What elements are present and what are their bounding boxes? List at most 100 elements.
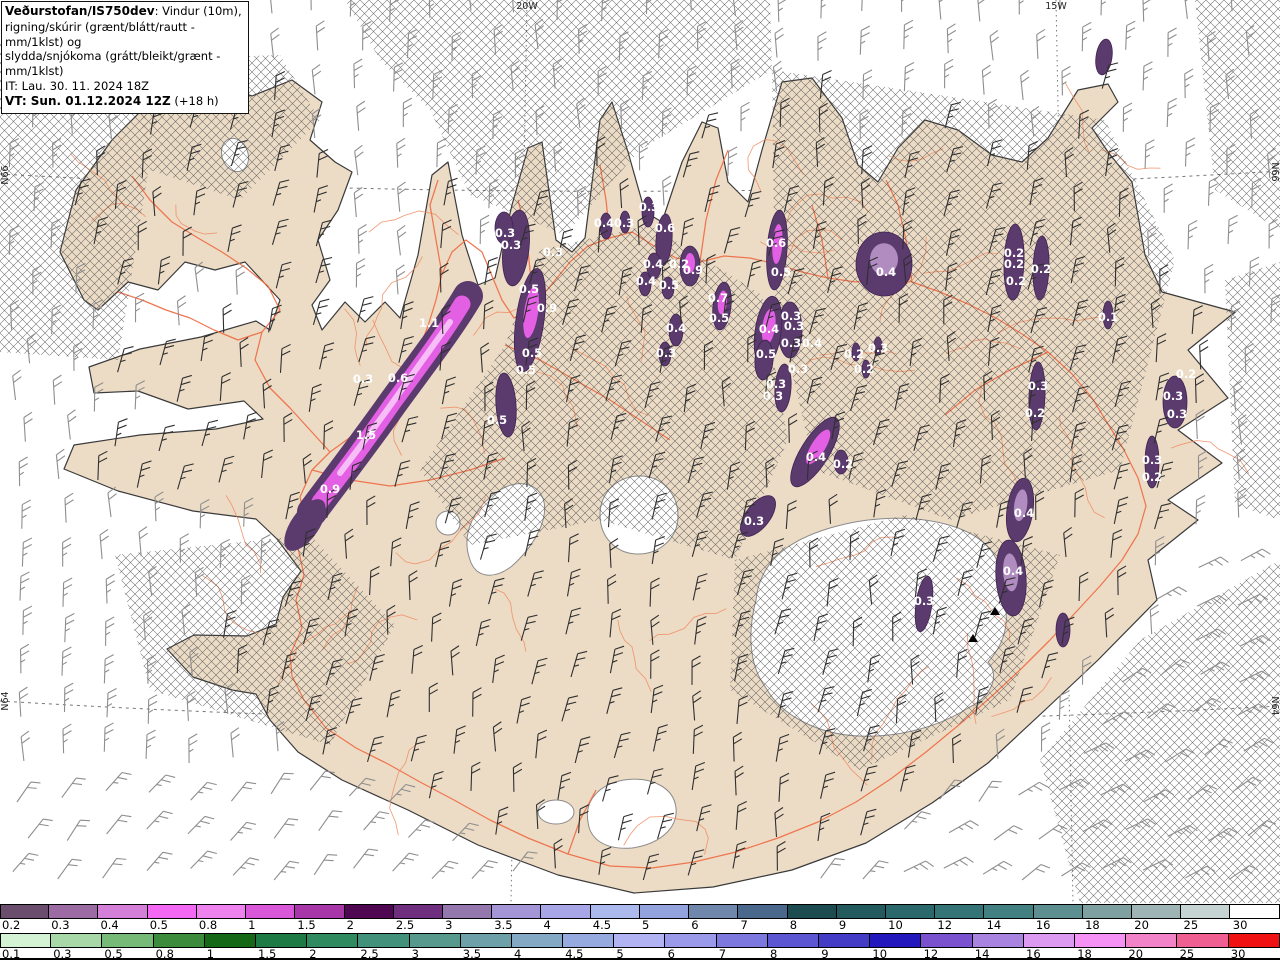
colorbar-label: 7	[718, 947, 727, 960]
colorbar-label: 5	[642, 918, 650, 932]
graticule-label: N64	[1269, 696, 1280, 715]
colorbar-label: 9	[838, 918, 847, 932]
colorbar-label: 20	[1134, 918, 1149, 932]
colorbar-cell	[246, 905, 296, 918]
precip-value-label: 0.9	[320, 482, 340, 496]
colorbar-cell	[787, 905, 837, 918]
precip-value-label: 0.2	[1142, 470, 1162, 484]
colorbar-cell	[870, 934, 922, 947]
precip-value-label: 0.4	[1014, 506, 1034, 520]
colorbar-label: 25	[1179, 947, 1195, 960]
colorbar-label: 4	[543, 918, 551, 932]
colorbar-label: 0.5	[149, 918, 168, 932]
colorbar-label: 3	[411, 947, 419, 960]
precip-value-label: 0.4	[643, 257, 663, 271]
graticule-label: 15W	[1045, 1, 1067, 12]
precip-value-label: 0.3	[788, 362, 808, 376]
colorbar-cell	[935, 905, 985, 918]
colorbar-label: 2	[346, 918, 354, 932]
colorbar-label: 5	[616, 947, 624, 960]
colorbar-cell	[409, 934, 461, 947]
iceland-forecast-map: 0.3 0.3 0.3 0.5 0.9 0.5 0.5 0.5 1.1 0.3 0.6 1.5 0.9 0…	[0, 0, 1280, 903]
precip-value-label: 0.3	[1163, 389, 1183, 403]
title-line-valid-time: VT: Sun. 01.12.2024 12Z (+18 h)	[5, 94, 219, 109]
precip-value-label: 0.5	[659, 278, 679, 292]
colorbar-label: 20	[1128, 947, 1144, 960]
precip-value-label: 0.9	[683, 263, 703, 277]
colorbar-label: 4	[514, 947, 522, 960]
precip-value-label: 1.5	[356, 428, 376, 442]
colorbar-cell	[639, 905, 690, 918]
colorbar-label: 0.3	[51, 918, 70, 932]
colorbar-label: 0.3	[53, 947, 72, 960]
colorbar-cell	[1230, 905, 1280, 918]
precip-value-label: 0.5	[771, 265, 791, 279]
colorbar-cell	[393, 905, 443, 918]
colorbar-cell	[442, 905, 493, 918]
precip-value-label: 0.6	[766, 236, 786, 250]
colorbar-cell	[196, 905, 247, 918]
colorbar-cell	[1126, 934, 1178, 947]
colorbar-label: 18	[1085, 918, 1100, 932]
weather-map-screenshot: 0.3 0.3 0.3 0.5 0.9 0.5 0.5 0.5 1.1 0.3 0.6 1.5 0.9 0…	[0, 0, 1280, 960]
colorbar-cell	[590, 905, 640, 918]
colorbar-cell	[767, 934, 819, 947]
colorbar-label: 9	[821, 947, 829, 960]
precip-value-label: 0.4	[806, 450, 826, 464]
colorbar-cell	[716, 934, 768, 947]
colorbar-cell	[563, 934, 615, 947]
colorbar-cell	[204, 934, 256, 947]
colorbar-label: 2.5	[395, 918, 415, 932]
colorbar-cell	[307, 934, 359, 947]
precip-value-label: 0.3	[784, 319, 804, 333]
colorbar-cell	[153, 934, 205, 947]
precip-value-label: 0.3	[543, 245, 563, 259]
colorbar-label: 1	[248, 918, 256, 932]
precip-value-label: 0.4	[594, 216, 614, 230]
colorbar-label: 12	[937, 918, 953, 932]
precip-value-label: 0.1	[1098, 310, 1118, 324]
precip-value-label: 0.4	[636, 274, 656, 288]
colorbar-cell	[1132, 905, 1182, 918]
colorbar-label: 16	[1026, 947, 1041, 960]
precip-value-label: 1.1	[419, 316, 439, 330]
colorbar-label: 2	[309, 947, 317, 960]
precip-value-label: 0.3	[639, 200, 659, 214]
colorbar-label: 1	[206, 947, 215, 960]
graticule-label: N66	[0, 165, 11, 184]
precip-value-label: 0.3	[781, 336, 801, 350]
colorbar-cell	[1181, 905, 1231, 918]
colorbar-label: 16	[1035, 918, 1051, 932]
colorbar-label: 1.5	[258, 947, 277, 960]
precip-value-label: 0.5	[516, 363, 536, 377]
precip-value-label: 0.6	[388, 371, 408, 385]
colorbar-label: 3.5	[494, 918, 513, 932]
precip-value-label: 0.5	[487, 413, 507, 427]
colorbar-cell	[1074, 934, 1127, 947]
colorbar-panel: 0.2 0.3 0.4 0.5 0.8 1 1.5 2 2.5 3 3.5 4 4.5 5 6 7 8 9 10 12…	[0, 903, 1280, 960]
colorbar-label: 10	[872, 947, 888, 960]
colorbar-label: 8	[770, 947, 778, 960]
colorbar-cell	[511, 934, 564, 947]
graticule-label: N64	[0, 691, 11, 710]
precip-value-label: 0.5	[522, 346, 542, 360]
colorbar-cell	[921, 934, 973, 947]
colorbar-sleet-snow-labels: 0.2 0.3 0.4 0.5 0.8 1 1.5 2 2.5 3 3.5 4 4.5 5 6 7 8 9 10 12…	[0, 918, 1280, 932]
colorbar-cell	[885, 905, 936, 918]
colorbar-label: 2.5	[360, 947, 379, 960]
colorbar-cell	[1177, 934, 1229, 947]
colorbar-cell	[819, 934, 871, 947]
colorbar-label: 25	[1183, 918, 1199, 932]
colorbar-label: 18	[1077, 947, 1092, 960]
precip-value-label: 0.3	[1028, 379, 1048, 393]
precip-value-label: 0.7	[708, 291, 728, 305]
colorbar-rain-labels: 0.1 0.3 0.5 0.8 1 1.5 2 2.5 3 3.5 4 4.5 5 6 7 8 9 10 12 14 1…	[0, 947, 1280, 960]
precip-value-label: 0.3	[763, 389, 783, 403]
colorbar-label: 30	[1230, 947, 1246, 960]
precip-value-label: 0.2	[833, 457, 853, 471]
colorbar-cell	[492, 905, 542, 918]
colorbar-label: 0.8	[155, 947, 174, 960]
colorbar-cell	[1082, 905, 1133, 918]
colorbar-cell	[51, 934, 103, 947]
colorbar-label: 3	[445, 918, 453, 932]
